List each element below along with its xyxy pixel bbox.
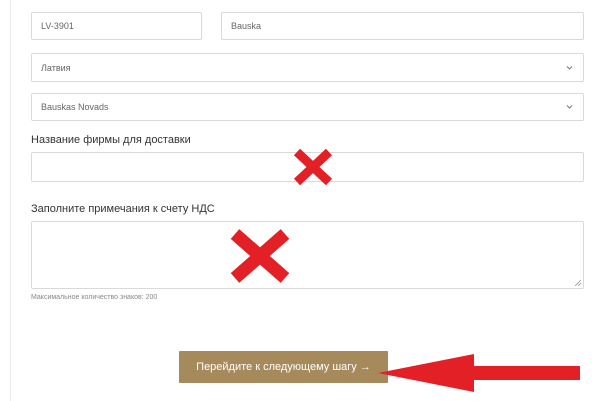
content-left-border bbox=[10, 0, 11, 401]
postal-code-field[interactable]: LV-3901 bbox=[31, 12, 202, 40]
postal-code-value: LV-3901 bbox=[41, 21, 74, 31]
vat-char-limit-hint: Максимальное количество знаков: 200 bbox=[31, 294, 158, 301]
region-value: Bauskas Novads bbox=[41, 102, 109, 112]
x-mark-icon bbox=[230, 229, 290, 283]
chevron-down-icon bbox=[566, 63, 573, 72]
city-value: Bauska bbox=[231, 21, 262, 31]
vat-notes-label: Заполните примечания к счету НДС bbox=[31, 203, 215, 215]
region-select[interactable]: Bauskas Novads bbox=[31, 93, 584, 121]
x-mark-icon bbox=[293, 148, 333, 186]
vat-notes-textarea[interactable] bbox=[31, 221, 584, 289]
country-select[interactable]: Латвия bbox=[31, 53, 584, 82]
next-step-button[interactable]: Перейдите к следующему шагу → bbox=[179, 351, 388, 383]
country-value: Латвия bbox=[41, 62, 71, 73]
arrow-left-icon bbox=[378, 354, 580, 392]
chevron-down-icon bbox=[566, 103, 573, 112]
resize-handle-icon[interactable] bbox=[575, 280, 581, 286]
city-field[interactable]: Bauska bbox=[221, 12, 584, 40]
company-name-label: Название фирмы для доставки bbox=[31, 134, 191, 146]
